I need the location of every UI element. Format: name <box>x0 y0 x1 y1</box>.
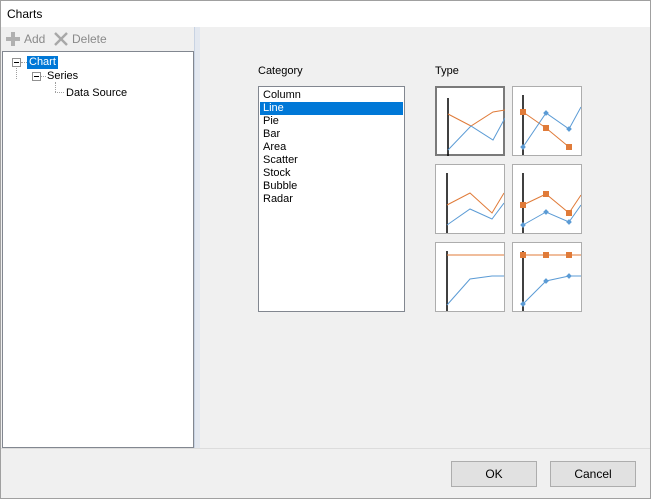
window-title: Charts <box>7 7 43 21</box>
cancel-button[interactable]: Cancel <box>550 461 636 487</box>
category-item-area[interactable]: Area <box>260 141 403 154</box>
delete-button-label: Delete <box>72 32 107 46</box>
category-item-line[interactable]: Line <box>260 102 403 115</box>
type-option-100-stacked-line-markers[interactable] <box>512 242 582 312</box>
tree-connector <box>55 82 56 92</box>
100-stacked-line-chart-icon <box>446 251 504 311</box>
tree-connector <box>55 92 64 93</box>
category-item-stock[interactable]: Stock <box>260 167 403 180</box>
category-item-column[interactable]: Column <box>260 89 403 102</box>
tree-node-chart[interactable]: Chart <box>27 56 58 69</box>
chart-tree[interactable]: Chart Series Data Source <box>2 51 194 448</box>
category-label: Category <box>258 65 303 77</box>
charts-dialog: Charts Add Delete Chart Series Data Sour… <box>0 0 651 499</box>
type-option-100-stacked-line[interactable] <box>435 242 505 312</box>
type-option-line[interactable] <box>435 86 505 156</box>
type-option-stacked-line[interactable] <box>435 164 505 234</box>
ok-button[interactable]: OK <box>451 461 537 487</box>
collapse-chart-icon[interactable] <box>12 58 21 67</box>
category-list[interactable]: Column Line Pie Bar Area Scatter Stock B… <box>258 86 405 312</box>
tree-node-data-source[interactable]: Data Source <box>66 87 127 100</box>
tree-toolbar: Add Delete <box>1 27 196 51</box>
tree-connector <box>41 76 46 77</box>
type-option-line-markers[interactable] <box>512 86 582 156</box>
100-stacked-line-markers-chart-icon <box>520 251 581 311</box>
category-item-scatter[interactable]: Scatter <box>260 154 403 167</box>
category-item-pie[interactable]: Pie <box>260 115 403 128</box>
type-option-stacked-line-markers[interactable] <box>512 164 582 234</box>
category-item-bubble[interactable]: Bubble <box>260 180 403 193</box>
type-label: Type <box>435 65 459 77</box>
tree-node-series[interactable]: Series <box>47 70 78 83</box>
tree-connector <box>16 68 17 79</box>
title-bar: Charts <box>1 1 650 27</box>
plus-icon <box>6 32 20 46</box>
category-item-radar[interactable]: Radar <box>260 193 403 206</box>
collapse-series-icon[interactable] <box>32 72 41 81</box>
category-item-bar[interactable]: Bar <box>260 128 403 141</box>
x-icon <box>54 32 68 46</box>
stacked-line-markers-chart-icon <box>520 173 581 233</box>
stacked-line-chart-icon <box>446 173 504 233</box>
delete-button[interactable]: Delete <box>53 31 107 47</box>
add-button-label: Add <box>24 32 46 46</box>
line-markers-chart-icon <box>520 95 581 155</box>
line-chart-icon <box>447 98 505 156</box>
add-button[interactable]: Add <box>5 31 45 47</box>
